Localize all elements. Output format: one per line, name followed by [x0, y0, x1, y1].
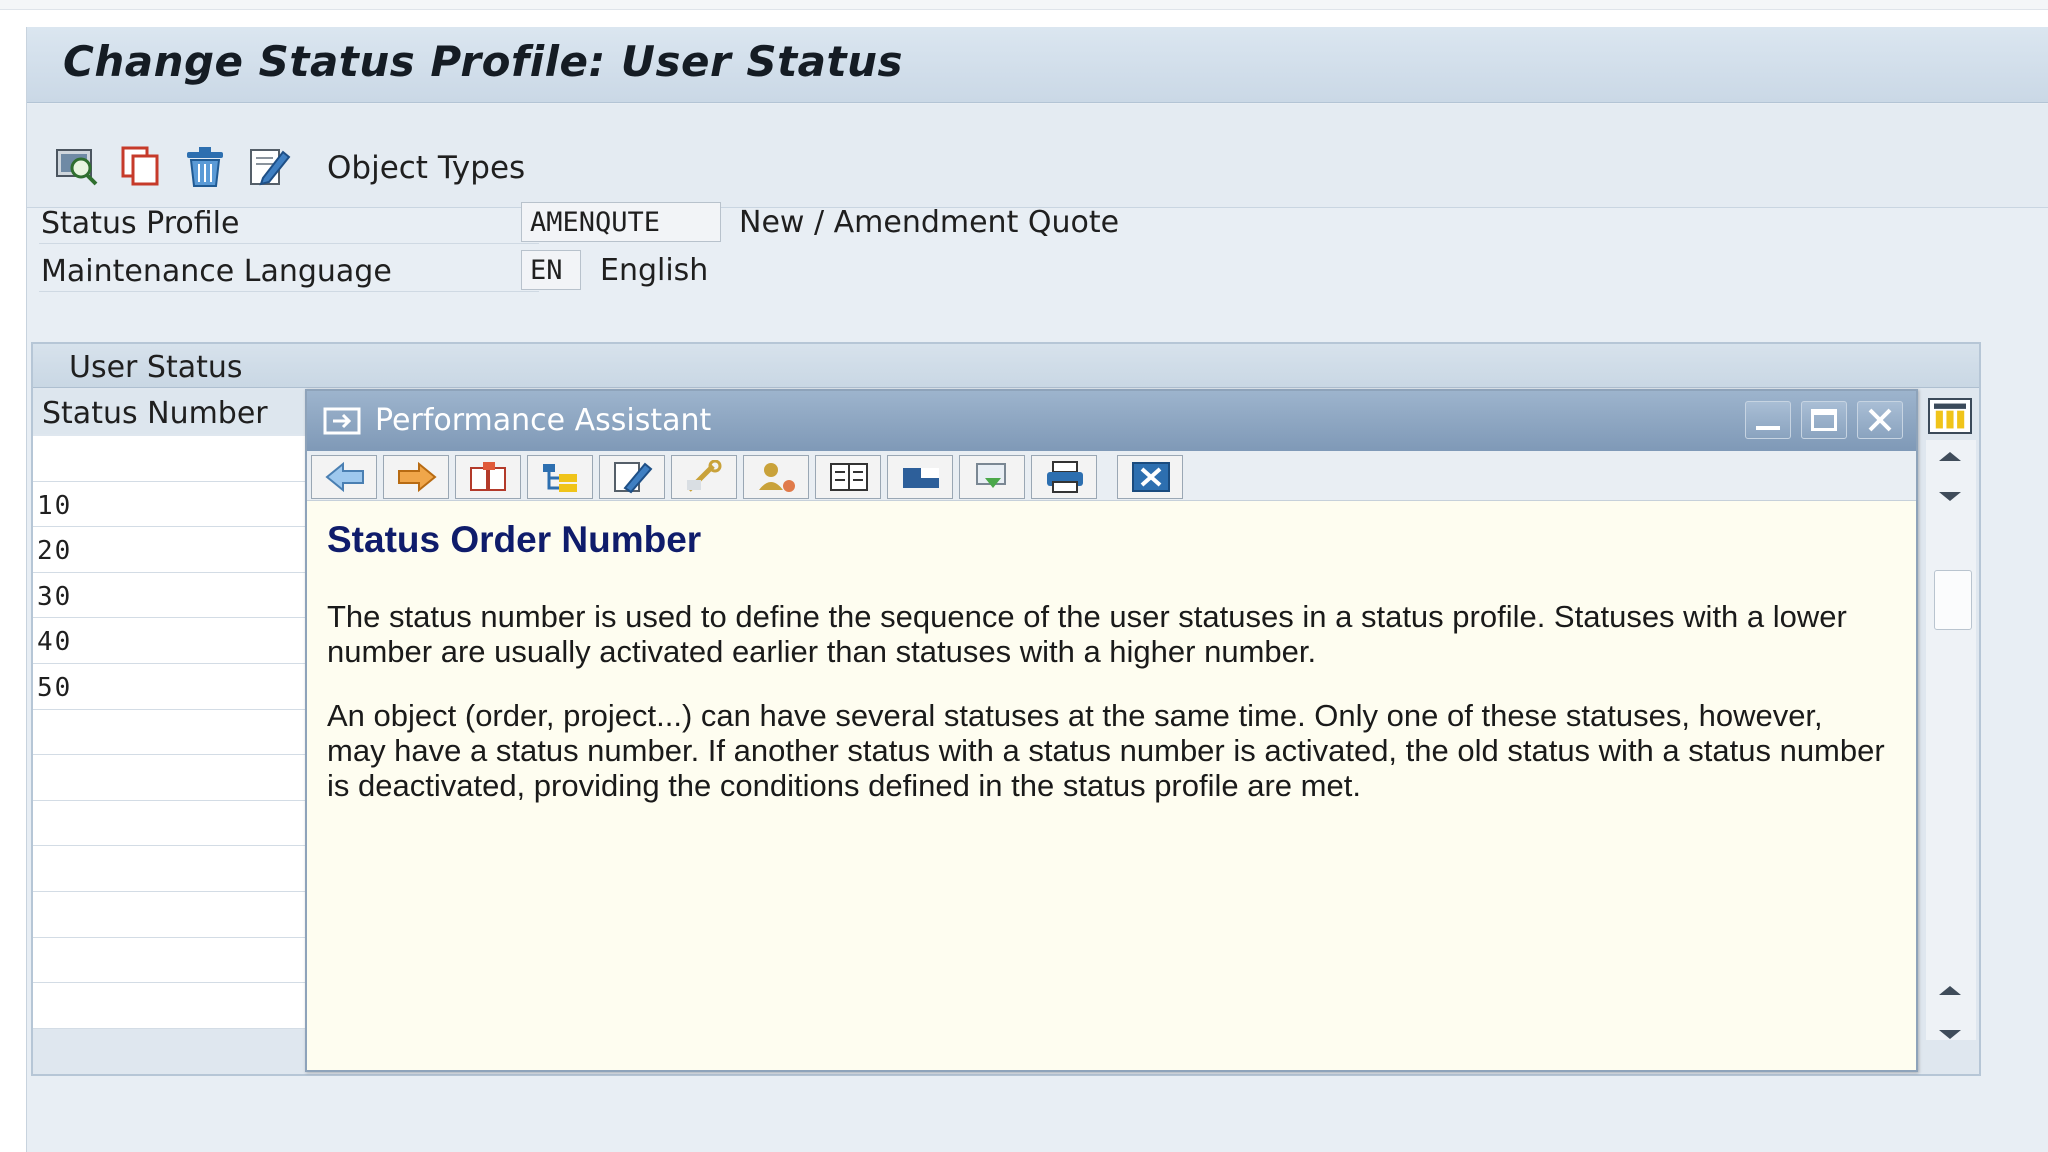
scroll-page-up-icon[interactable]: [1939, 452, 1961, 461]
maintenance-language-row: Maintenance Language: [39, 248, 539, 292]
save-icon[interactable]: [959, 455, 1025, 499]
help-paragraph: An object (order, project...) can have s…: [327, 698, 1885, 803]
performance-assistant-dialog: Performance Assistant Status Order Numbe…: [305, 389, 1918, 1072]
object-types-button[interactable]: Object Types: [327, 150, 525, 186]
scroll-page-down-icon[interactable]: [1939, 1030, 1961, 1039]
table-row[interactable]: [33, 800, 307, 847]
application-toolbar: Object Types: [27, 104, 2048, 208]
scroll-thumb[interactable]: [1934, 570, 1972, 630]
dialog-title-bar[interactable]: Performance Assistant: [307, 391, 1916, 451]
table-row[interactable]: 40: [33, 618, 307, 664]
link-icon[interactable]: [887, 455, 953, 499]
book-icon[interactable]: [455, 455, 521, 499]
table-row[interactable]: [33, 709, 307, 756]
table-row[interactable]: [33, 436, 307, 482]
table-row[interactable]: [33, 755, 307, 801]
dialog-title: Performance Assistant: [375, 403, 712, 438]
back-icon[interactable]: [311, 455, 377, 499]
maximize-icon[interactable]: [1801, 401, 1847, 439]
column-header-label: Status Number: [42, 396, 268, 431]
forward-icon[interactable]: [383, 455, 449, 499]
table-row[interactable]: [33, 891, 307, 938]
table-row[interactable]: [33, 983, 307, 1029]
find-icon[interactable]: [55, 144, 99, 188]
status-profile-code[interactable]: AMENQUTE: [521, 202, 721, 242]
close-window-icon[interactable]: [1857, 401, 1903, 439]
minimize-icon[interactable]: [1745, 401, 1791, 439]
maintenance-language-description: English: [600, 253, 709, 288]
browser-top-strip: [0, 0, 2048, 10]
scroll-line-down-icon[interactable]: [1939, 492, 1961, 501]
edit-note-icon[interactable]: [599, 455, 665, 499]
status-number-rows: 10 20 30 40 50: [33, 436, 307, 1029]
table-row[interactable]: 50: [33, 663, 307, 710]
column-header-status-number[interactable]: Status Number: [33, 390, 307, 434]
vertical-scrollbar[interactable]: [1926, 440, 1976, 1040]
table-row[interactable]: 30: [33, 572, 307, 619]
user-icon[interactable]: [743, 455, 809, 499]
dialog-toolbar: [307, 451, 1916, 501]
panel-header: User Status: [33, 344, 1979, 388]
delete-icon[interactable]: [183, 144, 227, 188]
document-icon[interactable]: [815, 455, 881, 499]
maintenance-language-code[interactable]: EN: [521, 250, 581, 290]
table-row[interactable]: 20: [33, 527, 307, 573]
structure-icon[interactable]: [527, 455, 593, 499]
panel-title: User Status: [69, 350, 243, 385]
status-profile-label: Status Profile: [41, 206, 240, 241]
scroll-line-up-icon[interactable]: [1939, 986, 1961, 995]
help-paragraph: The status number is used to define the …: [327, 599, 1847, 669]
close-icon[interactable]: [1117, 455, 1183, 499]
print-icon[interactable]: [1031, 455, 1097, 499]
title-bar: Change Status Profile: User Status: [27, 27, 2048, 103]
dialog-app-icon: [323, 407, 361, 435]
maintenance-language-label: Maintenance Language: [41, 254, 392, 289]
help-heading: Status Order Number: [327, 519, 702, 560]
copy-icon[interactable]: [119, 144, 163, 188]
status-profile-description: New / Amendment Quote: [739, 205, 1120, 240]
technical-info-icon[interactable]: [671, 455, 737, 499]
dialog-content: Status Order Number The status number is…: [327, 519, 1887, 832]
edit-icon[interactable]: [247, 144, 291, 188]
table-settings-icon[interactable]: [1928, 398, 1972, 434]
table-row[interactable]: [33, 937, 307, 984]
table-row[interactable]: 10: [33, 481, 307, 528]
status-profile-row: Status Profile: [39, 200, 539, 244]
table-row[interactable]: [33, 846, 307, 892]
page-title: Change Status Profile: User Status: [63, 37, 903, 86]
